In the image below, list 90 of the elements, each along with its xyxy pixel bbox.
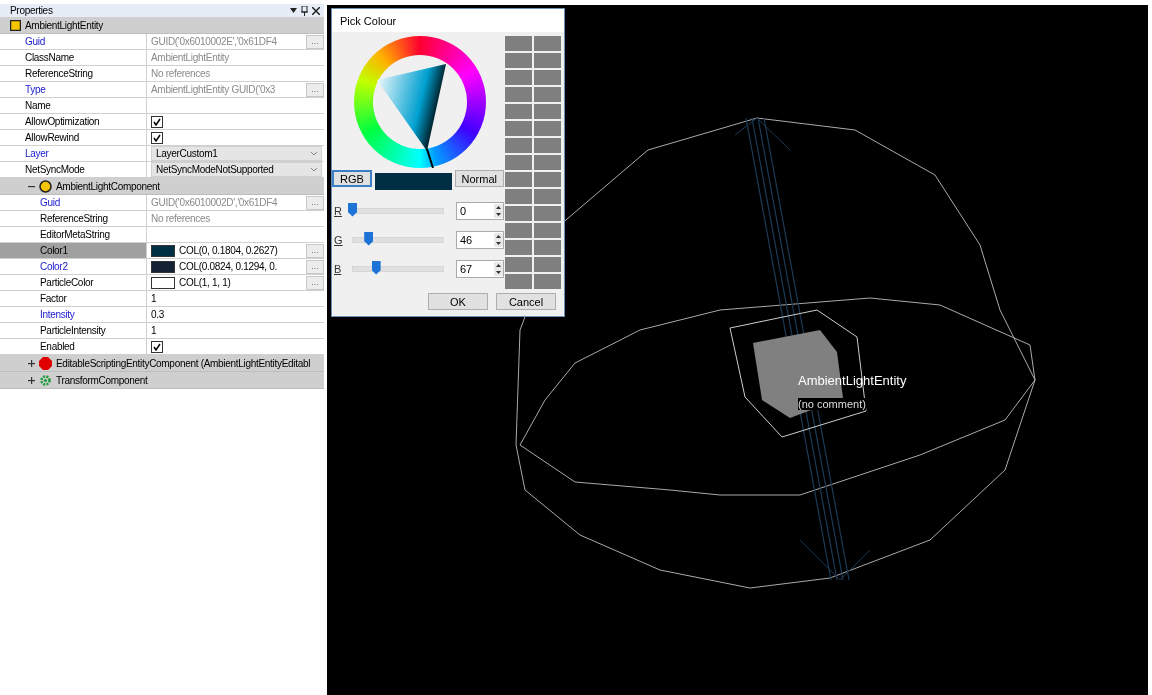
palette-swatch[interactable]	[534, 87, 561, 102]
palette-swatch[interactable]	[534, 155, 561, 170]
gear-icon	[39, 373, 52, 387]
channel-label: G	[334, 233, 344, 246]
palette-swatch[interactable]	[505, 36, 532, 51]
palette-swatch[interactable]	[505, 104, 532, 119]
component-header[interactable]: TransformComponent	[0, 372, 324, 389]
palette-swatch[interactable]	[534, 53, 561, 68]
chevron-icon	[311, 151, 317, 156]
value-text: GUID('0x6010002D','0x61DF4	[151, 197, 278, 208]
palette-swatch[interactable]	[505, 87, 532, 102]
viewport[interactable]: AmbientLightEntity (no comment) Pick Colour RGB Normal R 0 G 46 B 67 OK Cancel	[327, 5, 1148, 695]
close-icon[interactable]	[312, 6, 320, 15]
comment-label: (no comment)	[798, 398, 866, 410]
entity-icon	[10, 19, 21, 31]
mode-button[interactable]: Normal	[454, 170, 504, 187]
chevron-icon	[311, 167, 317, 172]
palette-swatch[interactable]	[505, 172, 532, 187]
value-text: COL(1, 1, 1)	[179, 277, 231, 288]
component-header[interactable]: EditableScriptingEntityComponent (AmbientLightEntityEditabl	[0, 355, 324, 372]
browse-button[interactable]: ...	[306, 82, 324, 97]
entity-header[interactable]: AmbientLightEntity	[0, 17, 324, 34]
browse-button[interactable]: ...	[306, 243, 324, 258]
value-text: 1	[151, 325, 157, 336]
value-text: AmbientLightEntity	[151, 52, 229, 63]
palette-swatch[interactable]	[505, 70, 532, 85]
channel-label: R	[334, 204, 343, 217]
browse-button[interactable]: ...	[306, 275, 324, 290]
checkbox[interactable]	[151, 115, 163, 128]
value-text: 1	[151, 293, 157, 304]
number-field[interactable]: 46	[456, 230, 504, 249]
slider-thumb[interactable]	[364, 231, 374, 246]
palette-swatch[interactable]	[534, 70, 561, 85]
palette-swatch[interactable]	[505, 53, 532, 68]
palette-swatch[interactable]	[534, 172, 561, 187]
palette-swatch[interactable]	[505, 189, 532, 204]
palette-swatch[interactable]	[534, 104, 561, 119]
dropdown[interactable]: LayerCustom1	[151, 146, 322, 161]
palette-swatch[interactable]	[505, 240, 532, 255]
palette-swatch[interactable]	[534, 274, 561, 289]
spinner-icon[interactable]	[494, 261, 503, 276]
entity-label: AmbientLightEntity	[798, 373, 907, 388]
slider-thumb[interactable]	[371, 260, 381, 275]
panel-title: Properties	[10, 5, 53, 16]
browse-button[interactable]: ...	[306, 259, 324, 274]
dropdown[interactable]: NetSyncModeNotSupported	[151, 162, 322, 177]
bulb-icon	[39, 179, 52, 193]
dialog-button[interactable]: Cancel	[496, 293, 556, 310]
spinner-icon[interactable]	[494, 232, 503, 247]
checkbox[interactable]	[151, 340, 163, 353]
palette-swatch[interactable]	[505, 121, 532, 136]
slider-thumb[interactable]	[348, 202, 357, 217]
number-field[interactable]: 0	[456, 201, 504, 220]
palette-swatch[interactable]	[534, 206, 561, 221]
palette-swatch[interactable]	[505, 223, 532, 238]
value-text: COL(0, 0.1804, 0.2627)	[179, 245, 278, 256]
value-text: No references	[151, 68, 210, 79]
palette-swatch[interactable]	[505, 138, 532, 153]
palette-swatch[interactable]	[505, 274, 532, 289]
spinner-icon[interactable]	[494, 203, 503, 218]
expand-icon[interactable]	[28, 376, 35, 384]
channel-label: B	[334, 262, 343, 275]
value-text: 0.3	[151, 309, 164, 320]
property-label[interactable]: Color1	[0, 243, 147, 258]
dialog-title: Pick Colour	[340, 14, 397, 27]
value-text: GUID('0x6010002E','0x61DF4	[151, 36, 277, 47]
mode-button[interactable]: RGB	[332, 170, 372, 187]
palette-swatch[interactable]	[505, 257, 532, 272]
component-header[interactable]: AmbientLightComponent	[0, 178, 324, 195]
palette-swatch[interactable]	[534, 240, 561, 255]
palette-swatch[interactable]	[534, 189, 561, 204]
stop-icon	[39, 356, 52, 370]
checkbox[interactable]	[151, 131, 163, 144]
number-field[interactable]: 67	[456, 259, 504, 278]
value-text: COL(0.0824, 0.1294, 0.	[179, 261, 277, 272]
browse-button[interactable]: ...	[306, 195, 324, 210]
palette-swatch[interactable]	[534, 223, 561, 238]
expand-icon[interactable]	[28, 359, 35, 367]
palette-swatch[interactable]	[534, 121, 561, 136]
palette-swatch[interactable]	[534, 36, 561, 51]
palette-swatch[interactable]	[505, 206, 532, 221]
palette-swatch[interactable]	[534, 257, 561, 272]
dropdown-icon[interactable]	[290, 8, 297, 13]
pin-icon[interactable]	[301, 5, 308, 16]
palette-swatch[interactable]	[505, 155, 532, 170]
palette-swatch[interactable]	[534, 138, 561, 153]
dialog-button[interactable]: OK	[428, 293, 488, 310]
value-text: No references	[151, 213, 210, 224]
browse-button[interactable]: ...	[306, 34, 324, 49]
value-text: AmbientLightEntity GUID('0x3	[151, 84, 276, 95]
